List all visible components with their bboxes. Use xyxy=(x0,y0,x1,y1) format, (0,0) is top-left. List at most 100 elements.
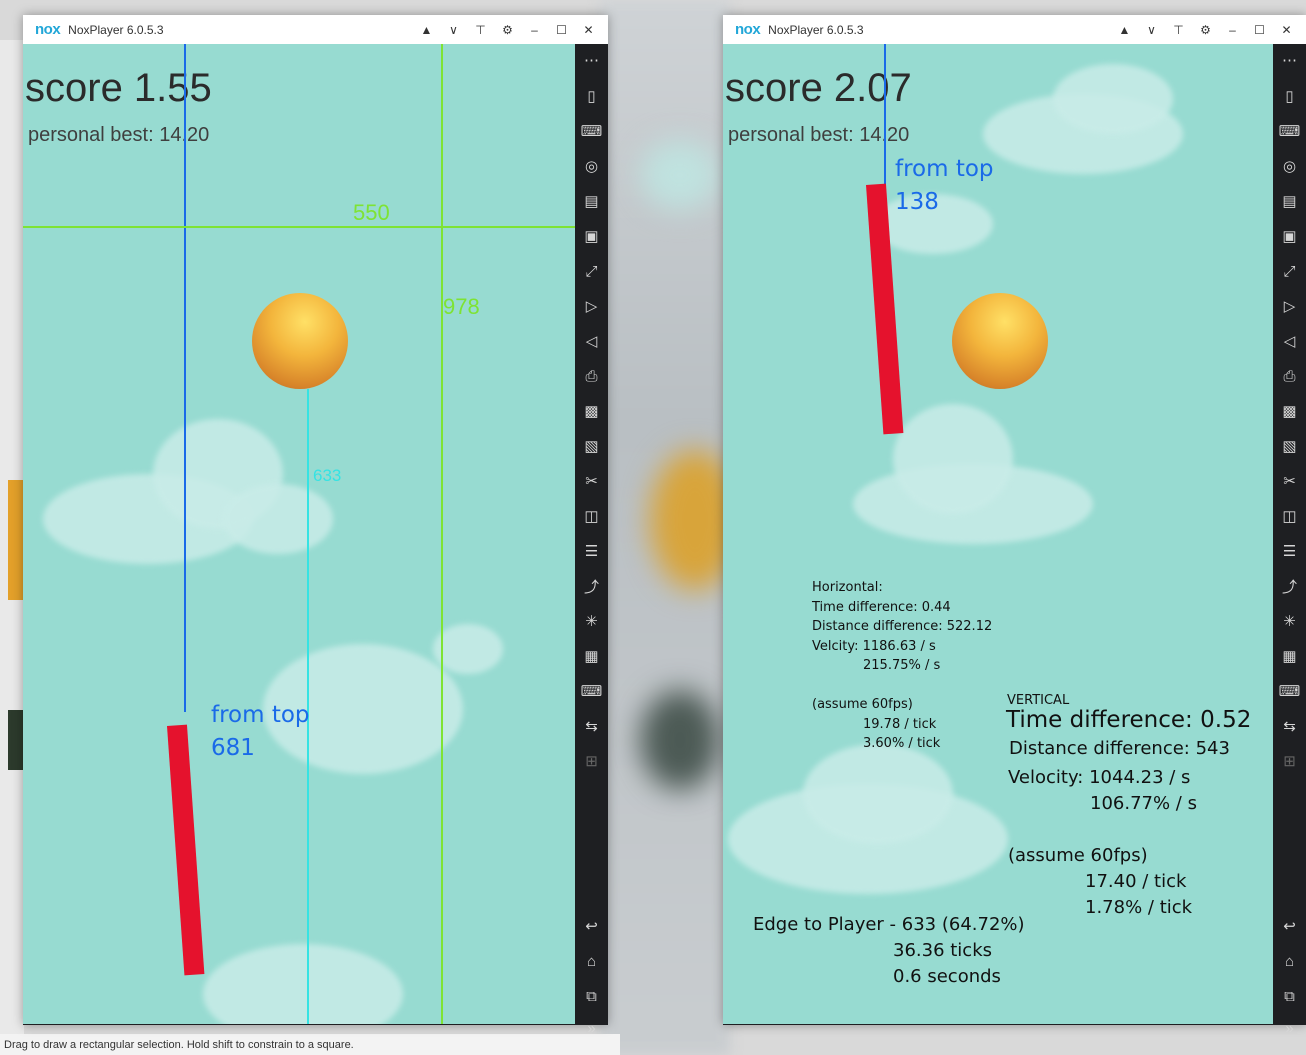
nox-window-left: nox NoxPlayer 6.0.5.3 ▲ ∨ ⊤ ⚙ – ☐ ✕ scor… xyxy=(23,15,608,1037)
edge-ticks: 36.36 ticks xyxy=(893,940,993,961)
cloud xyxy=(1053,64,1173,134)
horizontal-per-tick-pct: 3.60% / tick xyxy=(863,736,941,751)
pin-icon[interactable]: ⊤ xyxy=(467,15,494,44)
location-icon[interactable]: ◎ xyxy=(575,152,608,180)
back-icon[interactable]: ↩ xyxy=(575,912,608,940)
vertical-time-difference: Time difference: 0.52 xyxy=(1006,707,1252,733)
keyboard-icon[interactable]: ⌨ xyxy=(1273,117,1306,145)
close-icon[interactable]: ✕ xyxy=(575,15,602,44)
loading-icon[interactable]: ✳ xyxy=(575,607,608,635)
blurred-dark xyxy=(640,690,720,790)
home-icon[interactable]: ⌂ xyxy=(575,947,608,975)
vertical-per-tick: 17.40 / tick xyxy=(1085,871,1187,892)
from-top-label: from top xyxy=(211,702,310,728)
titlebar[interactable]: nox NoxPlayer 6.0.5.3 ▲ ∨ ⊤ ⚙ – ☐ ✕ xyxy=(723,15,1306,44)
settings-icon[interactable]: ⚙ xyxy=(1192,15,1219,44)
screen-icon[interactable]: ▤ xyxy=(1273,187,1306,215)
loading-icon[interactable]: ✳ xyxy=(1273,607,1306,635)
window-title: NoxPlayer 6.0.5.3 xyxy=(68,22,164,37)
minimize-icon[interactable]: – xyxy=(521,15,548,44)
link-icon[interactable]: ⤴ xyxy=(1273,572,1306,600)
blue-guide-line xyxy=(884,44,886,184)
recent-apps-icon[interactable]: ⧉ xyxy=(575,982,608,1010)
gift-icon[interactable]: ▲ xyxy=(413,15,440,44)
gamepad-icon[interactable]: ⌨ xyxy=(575,677,608,705)
expand-icon[interactable]: » xyxy=(575,1014,608,1042)
multi-instance-icon[interactable]: ◫ xyxy=(1273,502,1306,530)
chevron-down-icon[interactable]: ∨ xyxy=(440,15,467,44)
fullscreen-icon[interactable]: ⤢ xyxy=(575,257,608,285)
sync-icon[interactable]: ⇆ xyxy=(575,712,608,740)
recorder-icon[interactable]: ▣ xyxy=(1273,222,1306,250)
sync-icon[interactable]: ⇆ xyxy=(1273,712,1306,740)
recent-apps-icon[interactable]: ⧉ xyxy=(1273,982,1306,1010)
horizontal-heading: Horizontal: xyxy=(812,580,883,595)
print-icon[interactable]: ⎙ xyxy=(575,362,608,390)
volume-down-icon[interactable]: ◁ xyxy=(1273,327,1306,355)
shake-icon[interactable]: ▯ xyxy=(1273,82,1306,110)
more-dots-icon[interactable]: ⋯ xyxy=(1273,46,1306,74)
settings-icon[interactable]: ⚙ xyxy=(494,15,521,44)
print-icon[interactable]: ⎙ xyxy=(1273,362,1306,390)
volume-up-icon[interactable]: ▷ xyxy=(1273,292,1306,320)
add-icon[interactable]: ⊞ xyxy=(575,747,608,775)
orange-ball xyxy=(252,293,348,389)
screen-icon[interactable]: ▤ xyxy=(575,187,608,215)
from-top-value: 138 xyxy=(895,189,939,215)
maximize-icon[interactable]: ☐ xyxy=(548,15,575,44)
nox-logo: nox xyxy=(735,21,761,38)
cloud xyxy=(433,624,503,674)
gamepad-icon[interactable]: ⌨ xyxy=(1273,677,1306,705)
personal-best: personal best: 14.20 xyxy=(728,124,910,146)
window-title: NoxPlayer 6.0.5.3 xyxy=(768,22,864,37)
volume-down-icon[interactable]: ◁ xyxy=(575,327,608,355)
vertical-velocity: Velocity: 1044.23 / s xyxy=(1008,767,1191,788)
pin-icon[interactable]: ⊤ xyxy=(1165,15,1192,44)
title-controls: ▲ ∨ ⊤ ⚙ – ☐ ✕ xyxy=(413,15,602,44)
game-screen[interactable]: score 2.07 personal best: 14.20 from top… xyxy=(723,44,1275,1024)
recorder-icon[interactable]: ▣ xyxy=(575,222,608,250)
green-guide-horizontal xyxy=(23,226,575,228)
scissors-icon[interactable]: ✂ xyxy=(1273,467,1306,495)
chevron-down-icon[interactable]: ∨ xyxy=(1138,15,1165,44)
apk-icon[interactable]: ▧ xyxy=(575,432,608,460)
maximize-icon[interactable]: ☐ xyxy=(1246,15,1273,44)
titlebar[interactable]: nox NoxPlayer 6.0.5.3 ▲ ∨ ⊤ ⚙ – ☐ ✕ xyxy=(23,15,608,44)
vertical-distance-difference: Distance difference: 543 xyxy=(1009,738,1230,759)
title-controls: ▲ ∨ ⊤ ⚙ – ☐ ✕ xyxy=(1111,15,1300,44)
macro-icon[interactable]: ▩ xyxy=(575,397,608,425)
cloud xyxy=(223,484,333,554)
personal-best: personal best: 14.20 xyxy=(28,124,210,146)
add-icon[interactable]: ⊞ xyxy=(1273,747,1306,775)
multi-instance-icon[interactable]: ◫ xyxy=(575,502,608,530)
menu-icon[interactable]: ☰ xyxy=(1273,537,1306,565)
macro-icon[interactable]: ▩ xyxy=(1273,397,1306,425)
fullscreen-icon[interactable]: ⤢ xyxy=(1273,257,1306,285)
left-thumb-2 xyxy=(8,710,24,770)
from-top-label: from top xyxy=(895,156,994,182)
apk-icon[interactable]: ▧ xyxy=(1273,432,1306,460)
scissors-icon[interactable]: ✂ xyxy=(575,467,608,495)
volume-up-icon[interactable]: ▷ xyxy=(575,292,608,320)
back-icon[interactable]: ↩ xyxy=(1273,912,1306,940)
gift-icon[interactable]: ▲ xyxy=(1111,15,1138,44)
vertical-fps-note: (assume 60fps) xyxy=(1008,845,1148,866)
shake-icon[interactable]: ▯ xyxy=(575,82,608,110)
game-screen[interactable]: score 1.55 personal best: 14.20 550 978 … xyxy=(23,44,575,1024)
camera-icon[interactable]: ▦ xyxy=(1273,642,1306,670)
cloud xyxy=(893,404,1013,514)
camera-icon[interactable]: ▦ xyxy=(575,642,608,670)
home-icon[interactable]: ⌂ xyxy=(1273,947,1306,975)
more-dots-icon[interactable]: ⋯ xyxy=(575,46,608,74)
expand-icon[interactable]: » xyxy=(1273,1014,1306,1042)
status-bar: Drag to draw a rectangular selection. Ho… xyxy=(0,1034,620,1055)
horizontal-velocity-pct: 215.75% / s xyxy=(863,658,941,673)
link-icon[interactable]: ⤴ xyxy=(575,572,608,600)
cyan-line-label: 633 xyxy=(313,466,342,485)
menu-icon[interactable]: ☰ xyxy=(575,537,608,565)
horizontal-line-label: 550 xyxy=(353,200,390,225)
keyboard-icon[interactable]: ⌨ xyxy=(575,117,608,145)
minimize-icon[interactable]: – xyxy=(1219,15,1246,44)
close-icon[interactable]: ✕ xyxy=(1273,15,1300,44)
location-icon[interactable]: ◎ xyxy=(1273,152,1306,180)
